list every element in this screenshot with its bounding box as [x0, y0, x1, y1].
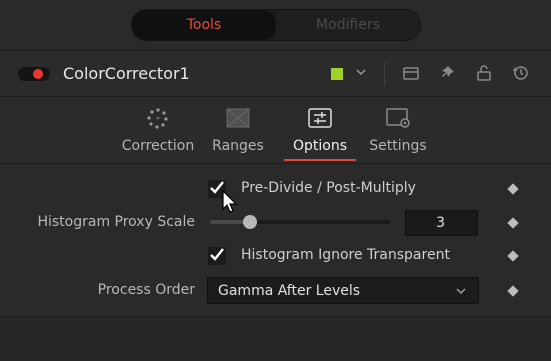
- options-panel: Pre-Divide / Post-Multiply Histogram Pro…: [0, 164, 551, 316]
- reset-icon[interactable]: [512, 64, 530, 82]
- lock-icon[interactable]: [475, 64, 493, 82]
- keyframe-diamond-icon[interactable]: [507, 217, 519, 229]
- histogram-ignore-transparent-checkbox[interactable]: [208, 247, 226, 265]
- tool-color-swatch[interactable]: [331, 68, 343, 80]
- histogram-proxy-scale-slider[interactable]: [210, 215, 390, 229]
- panel-footer: [0, 316, 551, 361]
- tab-ranges[interactable]: Ranges: [208, 97, 268, 165]
- tab-label: Ranges: [212, 138, 264, 154]
- top-bar: Tools Modifiers: [0, 0, 551, 50]
- enable-dot-icon: [33, 69, 43, 79]
- tab-label: Settings: [369, 138, 427, 154]
- keyframe-diamond-icon[interactable]: [507, 285, 519, 297]
- tab-label: Options: [292, 138, 348, 154]
- tool-enable-toggle[interactable]: [18, 67, 50, 81]
- tab-correction[interactable]: Correction: [118, 97, 198, 165]
- slider-handle[interactable]: [242, 215, 257, 229]
- mouse-cursor-icon: [222, 190, 238, 213]
- settings-icon: [386, 108, 410, 128]
- tools-tab[interactable]: Tools: [132, 10, 276, 40]
- color-wheel-icon: [147, 108, 168, 129]
- sliders-icon: [308, 108, 332, 128]
- process-order-label: Process Order: [97, 282, 195, 298]
- tool-name: ColorCorrector1: [63, 64, 190, 83]
- checkmark-icon: [210, 248, 224, 261]
- window-icon[interactable]: [402, 64, 420, 82]
- histogram-proxy-scale-label: Histogram Proxy Scale: [37, 214, 195, 230]
- pin-icon[interactable]: [438, 64, 456, 82]
- process-order-value: Gamma After Levels: [218, 283, 361, 299]
- ranges-icon: [226, 108, 250, 128]
- tools-modifiers-switch: Tools Modifiers: [131, 9, 421, 41]
- tool-header: ColorCorrector1: [0, 50, 551, 96]
- active-tab-indicator: [284, 159, 356, 161]
- histogram-ignore-transparent-label: Histogram Ignore Transparent: [241, 247, 450, 263]
- histogram-proxy-scale-input[interactable]: 3: [405, 210, 478, 236]
- keyframe-diamond-icon[interactable]: [507, 183, 519, 195]
- pre-divide-label: Pre-Divide / Post-Multiply: [241, 180, 416, 196]
- modifiers-tab[interactable]: Modifiers: [276, 10, 420, 40]
- chevron-down-icon: [456, 288, 466, 295]
- keyframe-diamond-icon[interactable]: [507, 250, 519, 262]
- tab-label: Correction: [121, 138, 195, 154]
- tab-options[interactable]: Options: [284, 97, 356, 165]
- inspector-tabs: Correction Ranges Options Settings: [0, 96, 551, 164]
- chevron-down-icon[interactable]: [354, 65, 368, 79]
- process-order-dropdown[interactable]: Gamma After Levels: [207, 277, 479, 304]
- header-divider: [384, 62, 385, 86]
- tab-settings[interactable]: Settings: [366, 97, 430, 165]
